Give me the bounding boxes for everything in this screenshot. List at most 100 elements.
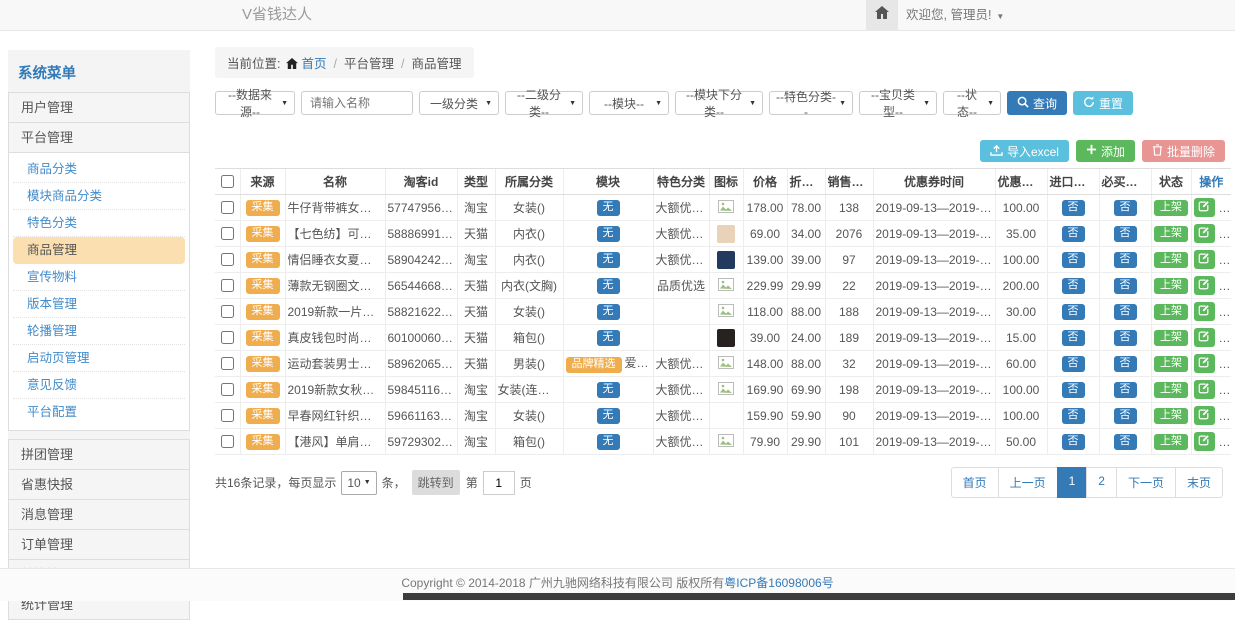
page-button-prev[interactable]: 上一页 xyxy=(998,467,1058,498)
user-menu[interactable]: 欢迎您, 管理员!▼ xyxy=(906,0,1004,32)
edit-button[interactable] xyxy=(1194,380,1215,399)
edit-button[interactable] xyxy=(1194,224,1215,243)
page-button-page-2[interactable]: 2 xyxy=(1086,467,1117,498)
sidebar-subitem-promo-material[interactable]: 宣传物料 xyxy=(13,264,185,291)
sidebar-subitem-goods-category[interactable]: 商品分类 xyxy=(13,156,185,183)
row-select-cell xyxy=(215,403,240,429)
level1-category-select[interactable]: 一级分类▼ xyxy=(419,91,499,115)
level2-category-select[interactable]: --二级分类--▼ xyxy=(505,91,583,115)
page-button-next[interactable]: 下一页 xyxy=(1116,467,1176,498)
source-badge: 采集 xyxy=(246,434,280,450)
sidebar-subitem-carousel-manage[interactable]: 轮播管理 xyxy=(13,318,185,345)
breadcrumb-home-link[interactable]: 首页 xyxy=(301,57,326,71)
page-button-page-1[interactable]: 1 xyxy=(1057,467,1088,498)
icon-cell xyxy=(709,273,743,299)
category-cell: 内衣(文胸) xyxy=(495,273,563,299)
home-button[interactable] xyxy=(866,0,898,30)
must-buy-cell: 否 xyxy=(1099,299,1151,325)
name-input[interactable] xyxy=(301,91,413,115)
edit-button[interactable] xyxy=(1194,406,1215,425)
must-buy-cell: 否 xyxy=(1099,377,1151,403)
status-select[interactable]: --状态--▼ xyxy=(943,91,1001,115)
search-button[interactable]: 查询 xyxy=(1007,91,1067,115)
module-select[interactable]: --模块--▼ xyxy=(589,91,669,115)
coupon-time-cell: 2019-09-13—2019-09-18 xyxy=(873,429,995,455)
row-checkbox[interactable] xyxy=(221,253,234,266)
sidebar-subitem-feedback[interactable]: 意见反馈 xyxy=(13,372,185,399)
type-cell: 淘宝 xyxy=(457,429,495,455)
sidebar-subitem-feature-category[interactable]: 特色分类 xyxy=(13,210,185,237)
jump-page-input[interactable] xyxy=(483,471,515,495)
sidebar-subitem-module-goods-category[interactable]: 模块商品分类 xyxy=(13,183,185,210)
icon-cell xyxy=(709,299,743,325)
edit-button[interactable] xyxy=(1194,328,1215,347)
sidebar-item-message-manage[interactable]: 消息管理 xyxy=(8,499,190,530)
item-type-select[interactable]: --宝贝类型--▼ xyxy=(859,91,937,115)
table-row: 采集牛仔背带裤女秋装减龄...577479560965淘宝女装()无大额优惠券1… xyxy=(215,195,1231,221)
row-checkbox[interactable] xyxy=(221,305,234,318)
status-badge: 上架 xyxy=(1154,252,1188,268)
import-excel-button[interactable]: 导入excel xyxy=(980,140,1069,162)
import-flag-cell: 否 xyxy=(1047,273,1099,299)
ops-cell xyxy=(1191,351,1231,377)
page-button-last[interactable]: 末页 xyxy=(1175,467,1223,498)
edit-button[interactable] xyxy=(1194,302,1215,321)
module-subcategory-select[interactable]: --模块下分类--▼ xyxy=(675,91,763,115)
row-checkbox[interactable] xyxy=(221,331,234,344)
sidebar-item-group-buy-manage[interactable]: 拼团管理 xyxy=(8,439,190,470)
source-cell: 采集 xyxy=(240,429,285,455)
plus-icon xyxy=(1086,144,1097,158)
type-cell: 淘宝 xyxy=(457,247,495,273)
sidebar-item-user-manage[interactable]: 用户管理 xyxy=(8,92,190,123)
sidebar-item-order-manage[interactable]: 订单管理 xyxy=(8,529,190,560)
status-cell: 上架 xyxy=(1151,247,1191,273)
edit-button[interactable] xyxy=(1194,432,1215,451)
row-select-cell xyxy=(215,273,240,299)
edit-button[interactable] xyxy=(1194,276,1215,295)
bottom-dark-bar xyxy=(403,593,1235,600)
category-cell: 男装() xyxy=(495,351,563,377)
jump-suffix: 页 xyxy=(520,474,532,491)
reset-button[interactable]: 重置 xyxy=(1073,91,1133,115)
sidebar-subitem-splash-page-manage[interactable]: 启动页管理 xyxy=(13,345,185,372)
discount-price-cell: 24.00 xyxy=(787,325,825,351)
sidebar-item-platform-manage[interactable]: 平台管理 xyxy=(8,122,190,153)
row-checkbox[interactable] xyxy=(221,409,234,422)
category-cell: 内衣() xyxy=(495,221,563,247)
source-badge: 采集 xyxy=(246,408,280,424)
sidebar-item-saving-express[interactable]: 省惠快报 xyxy=(8,469,190,500)
batch-delete-button[interactable]: 批量删除 xyxy=(1142,140,1225,162)
chevron-down-icon: ▼ xyxy=(655,100,662,107)
row-checkbox[interactable] xyxy=(221,201,234,214)
sidebar-subitem-platform-config[interactable]: 平台配置 xyxy=(13,399,185,425)
must-buy-badge: 否 xyxy=(1114,408,1137,424)
taoke-id-cell: 565446685867 xyxy=(385,273,457,299)
coupon-time-cell: 2019-09-13—2019-09-17 xyxy=(873,403,995,429)
price-cell: 69.00 xyxy=(743,221,787,247)
edit-button[interactable] xyxy=(1194,354,1215,373)
data-source-select[interactable]: --数据来源--▼ xyxy=(215,91,295,115)
per-page-select[interactable]: 10 ▼ xyxy=(341,471,376,495)
row-checkbox[interactable] xyxy=(221,435,234,448)
jump-button[interactable]: 跳转到 xyxy=(412,470,460,495)
row-checkbox[interactable] xyxy=(221,383,234,396)
icp-link[interactable]: 粤ICP备16098006号 xyxy=(724,576,833,590)
sidebar-subitem-version-manage[interactable]: 版本管理 xyxy=(13,291,185,318)
row-checkbox[interactable] xyxy=(221,227,234,240)
add-button[interactable]: 添加 xyxy=(1076,140,1135,162)
row-checkbox[interactable] xyxy=(221,357,234,370)
price-cell: 118.00 xyxy=(743,299,787,325)
edit-button[interactable] xyxy=(1194,198,1215,217)
row-checkbox[interactable] xyxy=(221,279,234,292)
feature-category-select[interactable]: --特色分类--▼ xyxy=(769,91,853,115)
page-button-first[interactable]: 首页 xyxy=(951,467,999,498)
broken-image-icon xyxy=(718,202,734,216)
type-cell: 天猫 xyxy=(457,325,495,351)
select-all-checkbox[interactable] xyxy=(221,175,234,188)
edit-icon xyxy=(1198,408,1210,423)
edit-button[interactable] xyxy=(1194,250,1215,269)
price-cell: 169.90 xyxy=(743,377,787,403)
sidebar-subitem-goods-manage[interactable]: 商品管理 xyxy=(13,237,185,264)
column-header-10: 销售数量 xyxy=(825,169,873,195)
icon-cell xyxy=(709,377,743,403)
